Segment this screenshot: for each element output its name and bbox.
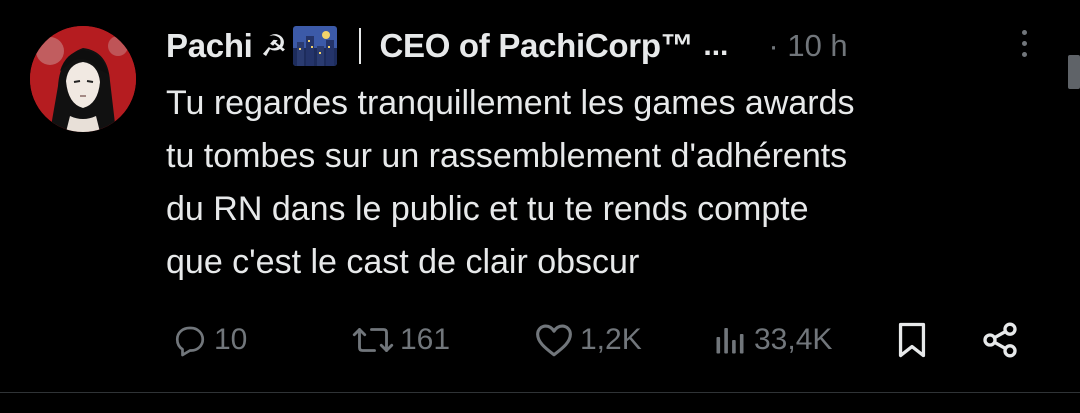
views-button[interactable]: 33,4K [712,316,832,364]
display-name[interactable]: Pachi [166,27,253,65]
timestamp[interactable]: · 10 h [768,28,847,64]
city-night-emoji [293,26,338,66]
scrollbar-thumb[interactable] [1068,55,1080,89]
hammer-sickle-emoji: ☭ [260,29,288,63]
reply-button[interactable]: 10 [172,316,247,364]
reply-count: 10 [214,323,248,356]
tweet[interactable]: Pachi ☭ CEO of PachiCorp™ ... · 10 h Tu … [0,0,1080,413]
tweet-header: Pachi ☭ CEO of PachiCorp™ ... · 10 h [166,22,1046,70]
like-button[interactable]: 1,2K [534,316,642,364]
views-icon [712,322,748,358]
bookmark-icon [894,320,930,360]
share-icon [980,320,1020,360]
bio-snippet: CEO of PachiCorp™ [379,27,694,64]
like-count: 1,2K [580,323,642,356]
action-bar: 10 161 1,2K 33,4K [166,316,1036,364]
tweet-text-line: tu tombes sur un rassemblement d'adhéren… [166,137,848,175]
tweet-text: Tu regardes tranquillement les games awa… [166,77,1046,289]
share-button[interactable] [980,316,1020,364]
bookmark-button[interactable] [894,316,930,364]
views-count: 33,4K [754,323,833,356]
tweet-text-line: que c'est le cast de clair obscur [166,243,640,281]
reply-icon [172,322,208,358]
bio-ellipsis: ... [703,29,729,62]
more-vertical-icon[interactable] [1012,30,1036,64]
repost-count: 161 [400,323,451,356]
heart-icon [534,322,574,358]
tweet-text-line: Tu regardes tranquillement les games awa… [166,84,855,122]
bio-divider [359,28,362,64]
avatar[interactable] [30,26,136,132]
tweet-divider [0,392,1080,393]
repost-button[interactable]: 161 [352,316,450,364]
repost-icon [352,322,394,358]
tweet-text-line: du RN dans le public et tu te rends comp… [166,190,809,228]
